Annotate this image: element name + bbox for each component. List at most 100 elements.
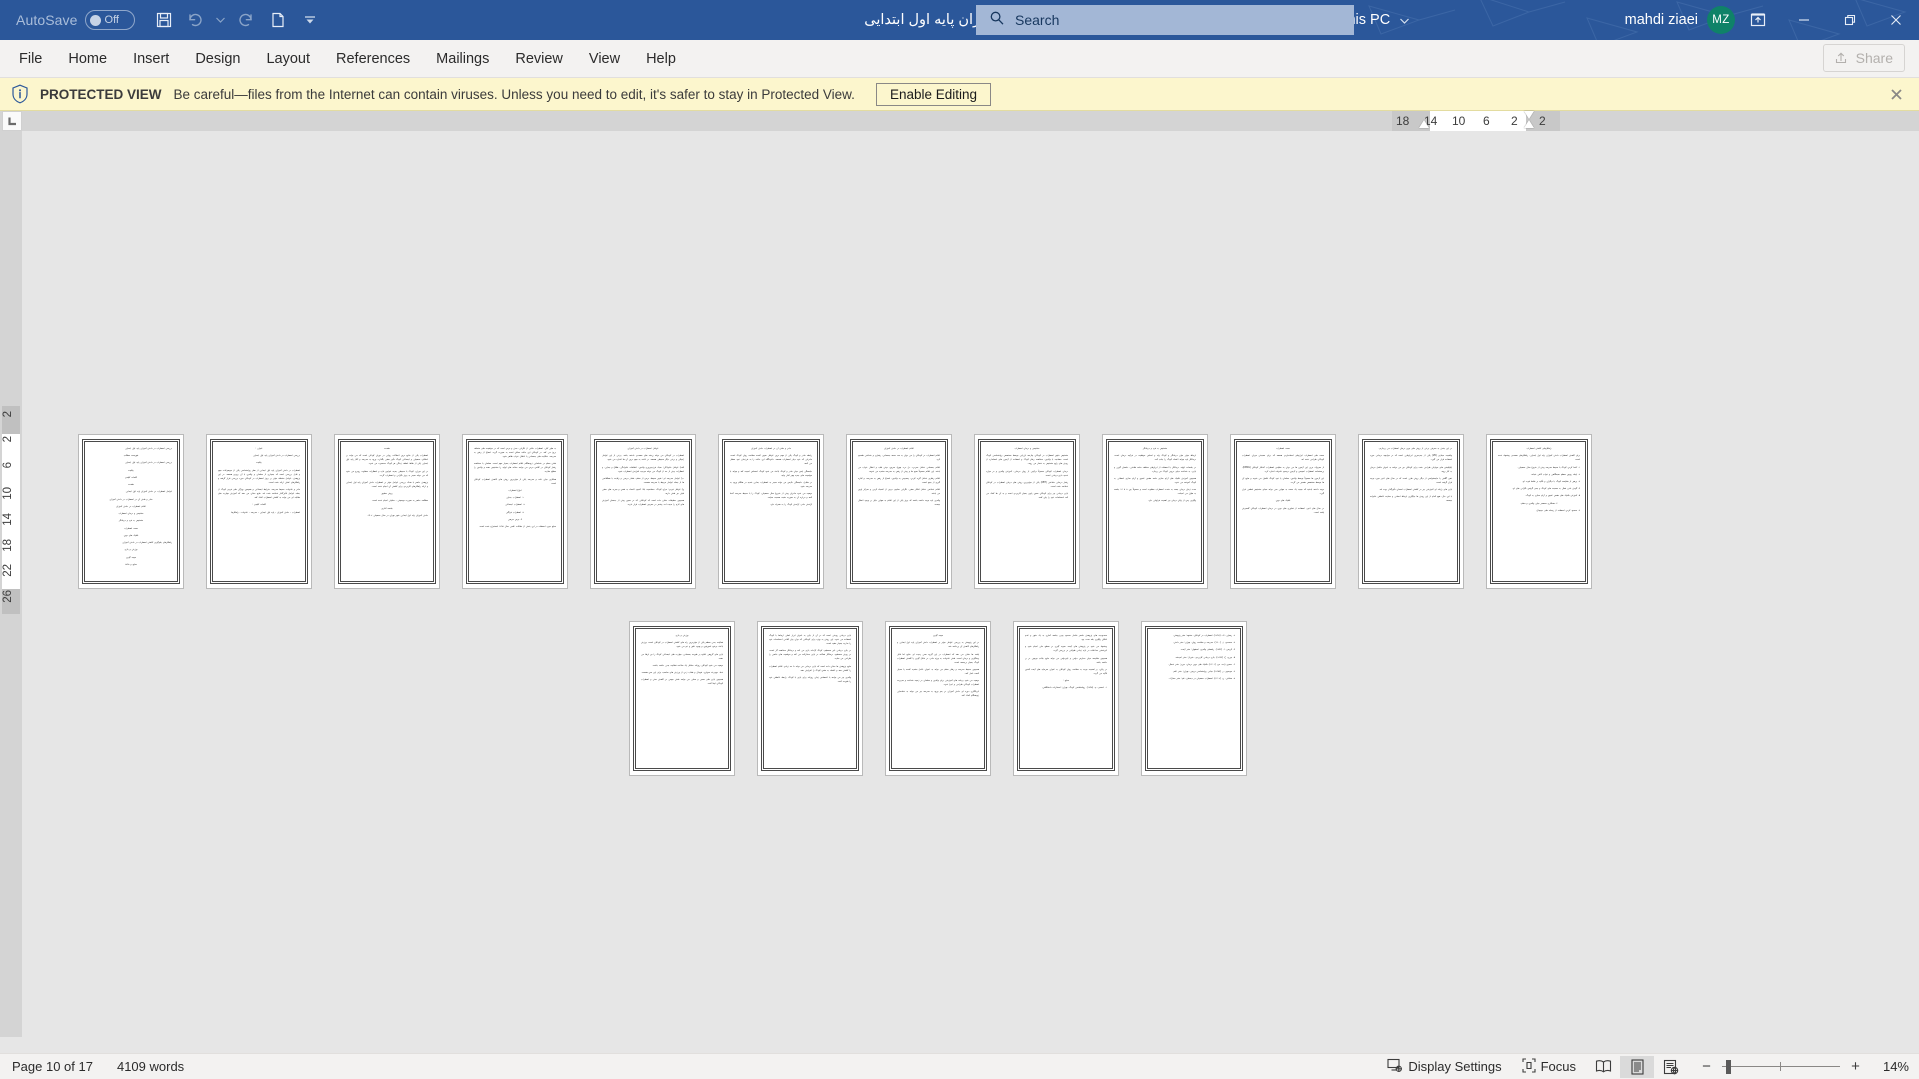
paragraph: ۶. همکاری مستمر میان والدین و معلم. (1520, 501, 1558, 505)
page-thumbnail-16[interactable]: محدودیت های پژوهش حاضر شامل محدود بودن ج… (1013, 621, 1119, 776)
tab-view[interactable]: View (576, 43, 633, 75)
autosave-toggle[interactable]: AutoSave Off (16, 7, 135, 33)
horizontal-ruler[interactable]: 18 14 10 6 2 2 (0, 111, 1919, 138)
tab-design[interactable]: Design (182, 43, 253, 75)
paragraph: واقعیت مجازی (VR) یکی از جدیدترین ابزاره… (1370, 454, 1452, 462)
work-area: 18 14 10 6 2 2 2 2 6 10 14 18 22 26 بررس… (0, 111, 1919, 1037)
paragraph: توجه داشته باشید که نتیجه یک تست به تنها… (1242, 488, 1324, 496)
paragraph: انواع اضطراب (508, 488, 522, 492)
page-thumbnail-15[interactable]: نتیجه گیری در این پژوهش به بررسی عوامل مؤ… (885, 621, 991, 776)
tab-references[interactable]: References (323, 43, 423, 75)
save-button[interactable] (149, 5, 179, 35)
close-button[interactable] (1873, 0, 1919, 40)
vruler-number-10: 10 (2, 487, 14, 500)
read-mode-view-button[interactable] (1586, 1056, 1620, 1078)
paragraph: مادر و نقش آن در اضطراب دانش آموزان (751, 447, 791, 450)
tab-help[interactable]: Help (633, 43, 689, 75)
save-status-chevron-down-icon[interactable] (1400, 12, 1410, 28)
page-thumbnail-6[interactable]: مادر و نقش آن در اضطراب دانش آموزان رابطه… (718, 434, 824, 589)
display-settings-button[interactable]: Display Settings (1377, 1056, 1511, 1078)
page-thumbnail-3[interactable]: مقدمه اضطراب یکی از شایع ترین اختلالات رو… (334, 434, 440, 589)
vertical-ruler[interactable]: 2 2 6 10 14 18 22 26 (0, 131, 22, 1037)
avatar[interactable]: MZ (1707, 6, 1735, 34)
paragraph: پیگیری پس از پایان درمان نیز اهمیت فراوا… (1147, 499, 1196, 503)
document-canvas[interactable]: بررسی اضطراب در دانش آموزان پایه اول ابت… (22, 131, 1919, 1037)
page-thumbnail-7[interactable]: علائم اضطراب در دانش آموزان علائم اضطراب … (846, 434, 952, 589)
search-icon (989, 10, 1005, 31)
restore-button[interactable] (1827, 0, 1873, 40)
page-number-status[interactable]: Page 10 of 17 (12, 1059, 93, 1074)
page-thumbnail-11[interactable]: در این بخش به معرفی برخی از روش های نوین… (1358, 434, 1464, 589)
tab-layout[interactable]: Layout (253, 43, 323, 75)
account-name[interactable]: mahdi ziaei (1625, 12, 1698, 28)
paragraph: کلمات کلیدی : (252, 503, 266, 507)
share-icon (1835, 50, 1850, 67)
paragraph: ۷. موسوی، ر. (۱۳۹۵). مبانی روانشناسی ترب… (1172, 670, 1235, 674)
undo-button[interactable] (181, 5, 211, 35)
paragraph: نتیجه گیری (932, 634, 944, 637)
new-document-button[interactable] (263, 5, 293, 35)
close-icon[interactable] (1885, 83, 1907, 105)
paragraph: مادر و نقش آن در اضطراب در دانش آموزان (109, 497, 153, 501)
paragraph: فعالیت بدنی منظم یکی از مؤثرترین راه های… (641, 641, 723, 649)
autosave-switch[interactable]: Off (84, 10, 135, 30)
protected-view-bar: PROTECTED VIEW Be careful—files from the… (0, 78, 1919, 111)
tab-stop-left-icon[interactable] (2, 111, 22, 131)
page-thumbnail-13[interactable]: ورزش و بازی فعالیت بدنی منظم یکی از مؤثرت… (629, 621, 735, 776)
page-thumbnail-17[interactable]: ۲. رضایی، ف. (۱۳۹۷). اضطراب در کودکان. م… (1141, 621, 1247, 776)
share-label: Share (1855, 50, 1893, 66)
right-indent-marker[interactable] (1524, 120, 1534, 128)
paragraph: علائم رفتاری شامل گریه کردن، چسبیدن به و… (858, 476, 940, 484)
web-layout-view-button[interactable] (1654, 1056, 1688, 1078)
zoom-in-button[interactable]: + (1849, 1058, 1862, 1075)
zoom-out-button[interactable]: − (1700, 1058, 1713, 1075)
tab-mailings[interactable]: Mailings (423, 43, 502, 75)
paragraph: در جلسات اولیه، درمانگر با استفاده از اب… (1114, 465, 1196, 473)
page-thumbnail-1[interactable]: بررسی اضطراب در دانش آموزان پایه اول ابت… (78, 434, 184, 589)
ribbon-display-options-icon[interactable] (1735, 0, 1781, 40)
redo-button[interactable] (231, 5, 261, 35)
paragraph: پیشنهاد می شود در پژوهش های آینده، نمونه… (1025, 645, 1107, 653)
word-count-status[interactable]: 4109 words (117, 1059, 184, 1074)
tab-file[interactable]: File (6, 43, 55, 75)
paragraph: ۳. پرهیز از مقایسه کودک با دیگران و تأکی… (1522, 479, 1580, 483)
print-layout-view-button[interactable] (1620, 1055, 1654, 1078)
paragraph: علائم شناختی شامل افکار منفی، نگرانی مدا… (858, 488, 940, 496)
tab-review[interactable]: Review (502, 43, 576, 75)
paragraph: ۵. آموزش تکنیک های تنفس عمیق و آرام سازی… (1525, 494, 1580, 498)
paragraph: ۱. آشنا کردن کودک با محیط مدرسه پیش از ش… (1517, 465, 1580, 469)
status-bar: Page 10 of 17 4109 words Display Setting… (0, 1053, 1919, 1079)
paragraph: همچنین محیط مدرسه و رفتار معلم می تواند … (897, 667, 979, 675)
page-thumbnail-2[interactable]: عنوان : بررسی اضطراب در دانش آموزان پایه … (206, 434, 312, 589)
page-thumbnail-5[interactable]: عوامل اضطراب در دانش آموزان اضطراب در کود… (590, 434, 696, 589)
enable-editing-button[interactable]: Enable Editing (875, 82, 992, 106)
zoom-slider-midpoint (1780, 1062, 1781, 1071)
focus-button[interactable]: Focus (1512, 1056, 1586, 1078)
ribbon-tabs: File Home Insert Design Layout Reference… (6, 43, 689, 75)
first-line-indent-marker[interactable] (1524, 111, 1534, 119)
paragraph: ۸. صادقی، ن. (۱۴۰۲). اضطراب تحصیلی در دب… (1168, 677, 1235, 681)
hanging-indent-marker[interactable] (1419, 120, 1429, 128)
customize-quick-access-button[interactable] (295, 5, 325, 35)
page-thumbnail-9[interactable]: تشخیص به فرد و درمانگر ارتباط مؤثر میان د… (1102, 434, 1208, 589)
page-thumbnail-4[interactable]: به طور کلی، اضطراب حالتی از نگرانی، تنش … (462, 434, 568, 589)
paragraph: پژوهش حاضر با هدف بررسی عوامل مؤثر بر اض… (346, 480, 428, 488)
undo-dropdown-button[interactable] (213, 5, 229, 35)
page-thumbnail-8[interactable]: تشخیص و درمان اضطراب تشخیص دقیق اضطراب در… (974, 434, 1080, 589)
paragraph: اپلیکیشن های موبایلی طراحی شده برای کودک… (1370, 465, 1452, 473)
paragraph: همچنین آموزش تکنیک های آرام سازی مانند ت… (1114, 476, 1196, 484)
page-thumbnail-12[interactable]: راهکارهای کاهش اضطراب برای کاهش اضطراب دا… (1486, 434, 1592, 589)
zoom-level-label[interactable]: 14% (1871, 1059, 1909, 1074)
minimize-button[interactable] (1781, 0, 1827, 40)
page-thumbnail-10[interactable]: تست اضطراب تست های اضطراب ابزارهای استاند… (1230, 434, 1336, 589)
paragraph: تکنیک های نوین (123, 533, 139, 537)
zoom-slider-thumb[interactable] (1726, 1059, 1731, 1074)
zoom-slider[interactable] (1722, 1059, 1840, 1074)
paragraph: چکیده (256, 461, 262, 465)
search-input[interactable]: Search (976, 5, 1354, 35)
focus-icon (1522, 1057, 1536, 1076)
tab-insert[interactable]: Insert (120, 43, 182, 75)
paragraph: همچنین بازی های سنتی و محلی می توانند نق… (641, 678, 723, 686)
page-thumbnail-14[interactable]: بازی درمانی روشی است که در آن از بازی به… (757, 621, 863, 776)
tab-home[interactable]: Home (55, 43, 120, 75)
